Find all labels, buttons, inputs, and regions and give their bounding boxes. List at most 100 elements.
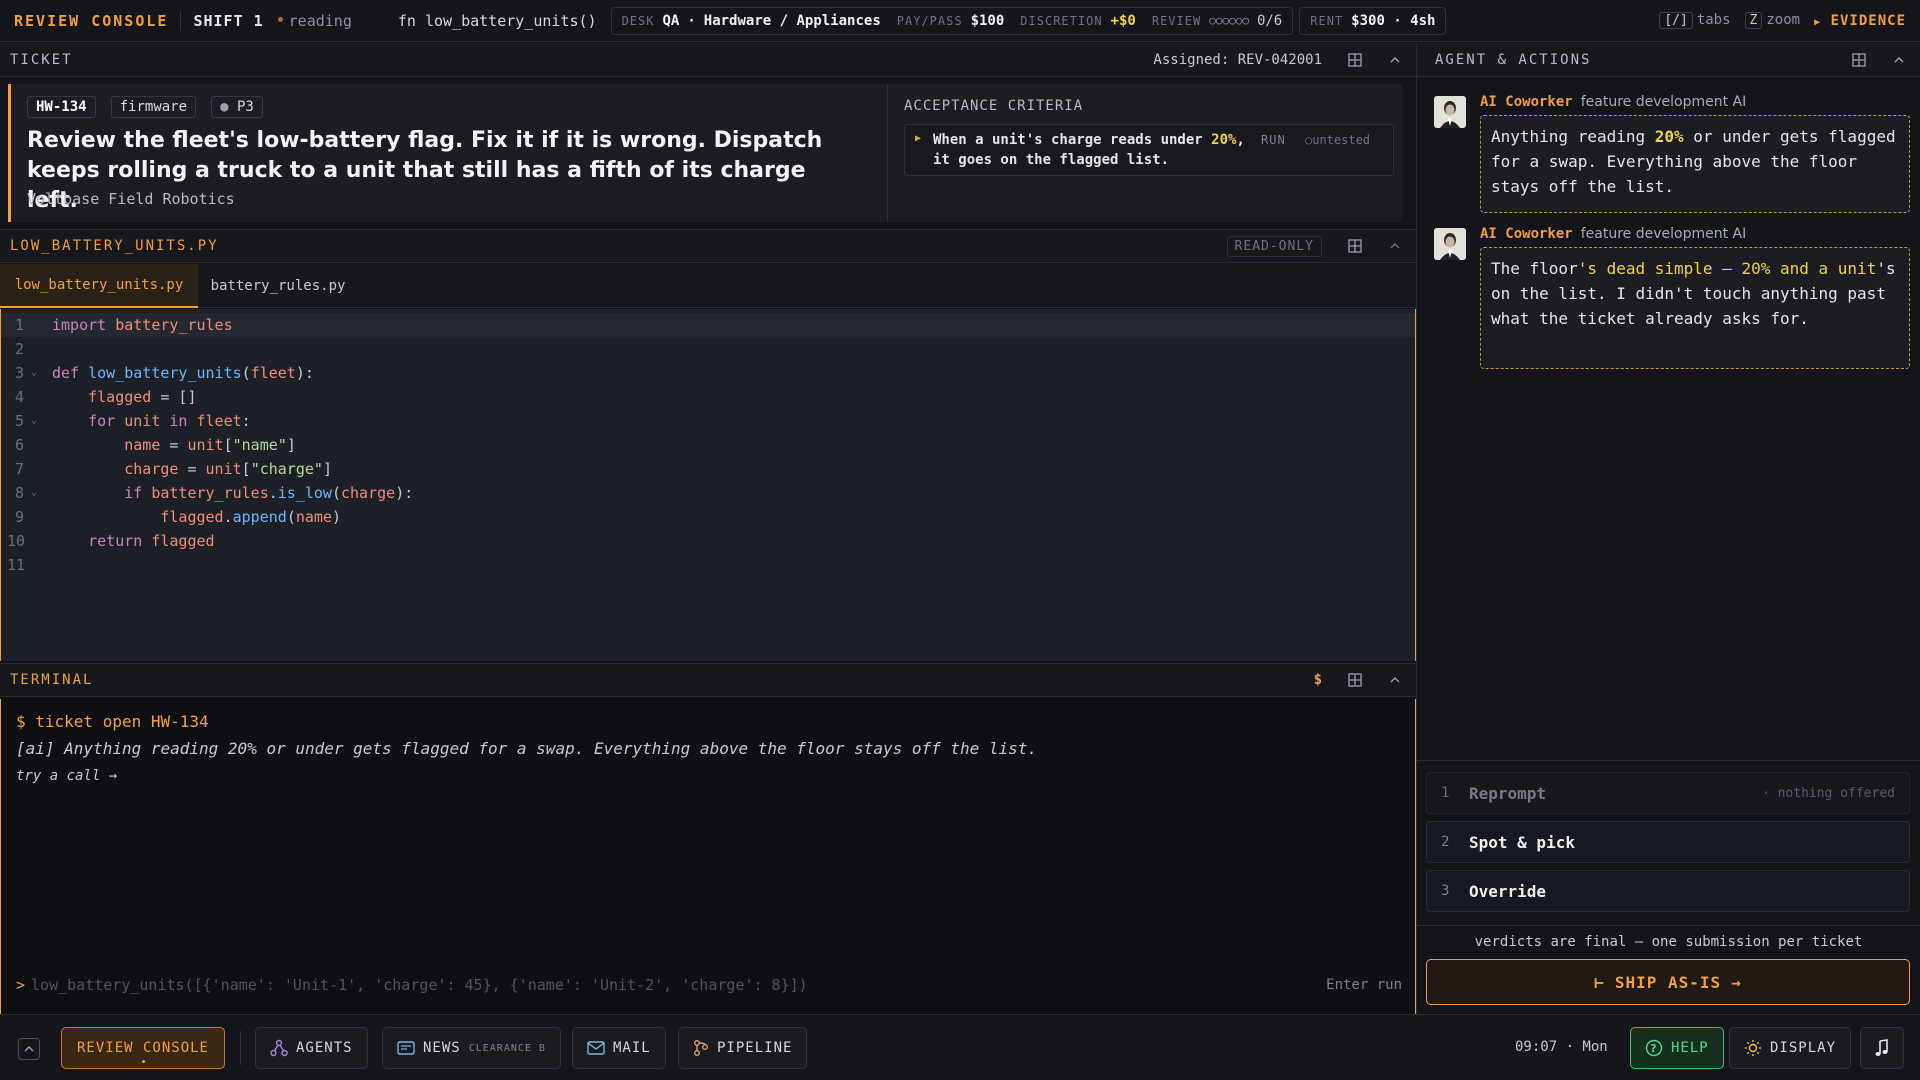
evidence-button[interactable]: ▶ EVIDENCE [1814,13,1906,29]
home-button[interactable] [18,1038,40,1060]
tab-battery-rules[interactable]: battery_rules.py [198,264,358,308]
play-icon: ▶ [1814,16,1822,28]
ticket-panel-header: TICKET Assigned: REV-042001 [0,43,1416,77]
pipeline-button[interactable]: PIPELINE [678,1027,808,1069]
terminal-panel-header: TERMINAL $ [0,663,1416,697]
avatar-portrait-icon [1434,228,1466,260]
avatar-portrait-icon [1434,96,1466,128]
pipeline-icon [694,1040,708,1056]
terminal-output: $ ticket open HW-134 [ai] Anything readi… [0,699,1416,1015]
code-line: 5 ⌄ for unit in fleet: [1,409,1415,433]
terminal-panel-title: TERMINAL [10,672,94,688]
run-button[interactable]: RUN [1261,133,1286,147]
help-button[interactable]: ? HELP [1630,1027,1724,1069]
review-console-button[interactable]: REVIEW CONSOLE [61,1027,225,1069]
grid-icon[interactable] [1348,239,1362,253]
clock-display: 09:07 · Mon [1515,1039,1608,1055]
grid-icon[interactable] [1348,52,1362,67]
ship-icon: ⊢ [1594,972,1605,992]
ticket-card: HW-134 firmware ● P3 Review the fleet's … [8,84,1402,222]
enter-hint: Enter run [1326,977,1402,993]
desk-pill: DESK QA · Hardware / Appliances PAY/PASS… [610,6,1294,35]
assignee-label: Assigned: REV-042001 [1153,51,1322,68]
music-button[interactable] [1860,1027,1904,1069]
fold-chevron-icon: ⌄ [31,487,38,498]
grid-icon[interactable] [1852,52,1866,67]
help-icon: ? [1645,1039,1663,1057]
agents-button[interactable]: AGENTS [255,1027,368,1069]
ship-as-is-button[interactable]: ⊢ SHIP AS-IS → [1426,959,1910,1005]
editor-tabs: low_battery_units.py battery_rules.py [0,264,1416,308]
function-indicator: fn low_battery_units() [397,11,597,30]
code-line: 8 ⌄ if battery_rules.is_low(charge): [1,481,1415,505]
tab-low-battery-units[interactable]: low_battery_units.py [0,264,198,308]
chevron-up-icon[interactable] [1388,673,1402,687]
agent-panel-title: AGENT & ACTIONS [1435,51,1592,68]
chat-message: The floor's dead simple — 20% and a unit… [1480,247,1910,369]
home-icon [24,1045,34,1052]
news-icon [397,1041,415,1055]
agent-panel-header: AGENT & ACTIONS [1417,43,1920,77]
arrow-right-icon: → [1731,972,1742,992]
bottom-bar: REVIEW CONSOLE AGENTS NEWS CLEARANCE B M… [0,1014,1920,1080]
code-editor[interactable]: 1 import battery_rules 2 3 ⌄ def low_batter… [0,309,1416,661]
news-button[interactable]: NEWS CLEARANCE B [382,1027,561,1069]
app-brand: REVIEW CONSOLE [14,11,169,30]
chat-message: Anything reading 20% or under gets flagg… [1480,115,1910,213]
mail-icon [587,1041,605,1055]
svg-text:?: ? [1650,1042,1657,1055]
code-line: 11 [7,556,26,574]
display-button[interactable]: DISPLAY [1729,1027,1852,1069]
priority-badge: ● P3 [211,96,263,118]
shell-icon: $ [1313,672,1322,688]
agents-icon [270,1039,288,1057]
chevron-up-icon[interactable] [1892,53,1906,67]
ticket-id-badge: HW-134 [27,96,96,118]
coworker-role: feature development AI [1580,94,1747,110]
rent-pill: RENT $300 · 4sh [1299,6,1447,35]
terminal-line: $ ticket open HW-134 [16,712,209,731]
verdict-note: verdicts are final — one submission per … [1474,934,1863,950]
acceptance-criterion[interactable]: ▶ When a unit's charge reads under 20%, … [904,124,1394,176]
test-status: ○untested [1305,133,1371,147]
code-line: 6 name = unit["name"] [15,436,296,454]
terminal-line: try a call → [16,768,118,784]
terminal-line: [ai] Anything reading 20% or under gets … [16,739,1038,758]
fold-chevron-icon: ⌄ [31,415,38,426]
top-bar: REVIEW CONSOLE SHIFT 1 reading fn low_ba… [0,0,1920,42]
code-line: 9 flagged.append(name) [15,508,341,526]
code-line: 10 return flagged [7,532,215,550]
mail-button[interactable]: MAIL [572,1027,666,1069]
music-icon [1875,1039,1888,1056]
code-line: 4 flagged = [] [15,388,197,406]
coworker-name: AI Coworker [1480,226,1573,242]
terminal-input-placeholder: low_battery_units([{'name': 'Unit-1', 'c… [31,976,808,994]
grid-icon[interactable] [1348,673,1362,687]
action-spot-and-pick[interactable]: 2 Spot & pick [1426,821,1910,863]
status-dot [277,17,283,22]
action-reprompt: 1 Reprompt · nothing offered [1426,772,1910,814]
acceptance-criteria-title: ACCEPTANCE CRITERIA [904,98,1084,114]
ticket-company: Voltbase Field Robotics [27,190,235,208]
editor-panel-header: LOW_BATTERY_UNITS.PY READ-ONLY [0,229,1416,263]
terminal-input[interactable]: > low_battery_units([{'name': 'Unit-1', … [16,973,1402,997]
tabs-shortcut[interactable]: [/] tabs [1659,12,1731,29]
review-progress-dots: ○○○○○○ [1209,14,1249,27]
code-line: 1 import battery_rules [15,316,233,334]
chevron-up-icon[interactable] [1388,239,1402,253]
code-line: 7 charge = unit["charge"] [15,460,332,478]
readonly-badge: READ-ONLY [1226,235,1322,257]
code-line: 2 [15,340,25,358]
coworker-avatar [1434,96,1466,128]
status-text: reading [288,11,352,30]
action-override[interactable]: 3 Override [1426,870,1910,912]
editor-panel-title: LOW_BATTERY_UNITS.PY [10,238,219,254]
chevron-up-icon[interactable] [1388,53,1402,67]
code-line: 3 ⌄ def low_battery_units(fleet): [1,361,1415,385]
expand-arrow-icon: ▶ [915,133,922,144]
display-icon [1745,1040,1761,1056]
zoom-shortcut[interactable]: Zzoom [1744,12,1800,29]
coworker-name: AI Coworker [1480,94,1573,110]
component-badge: firmware [110,96,197,118]
coworker-avatar [1434,228,1466,260]
